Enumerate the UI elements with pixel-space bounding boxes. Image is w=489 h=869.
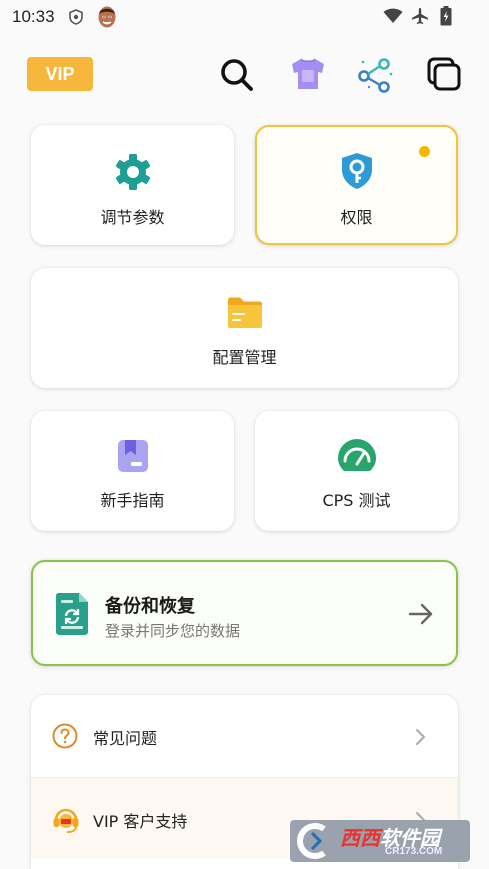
backup-title: 备份和恢复 xyxy=(105,596,195,617)
beginner-guide-card[interactable]: 新手指南 xyxy=(31,411,234,531)
question-icon xyxy=(52,723,78,749)
adjust-params-card[interactable]: 调节参数 xyxy=(31,125,234,245)
avatar-status-icon xyxy=(98,6,116,28)
airplane-mode-icon xyxy=(412,8,428,24)
theme-shirt-icon[interactable] xyxy=(288,54,328,94)
config-management-card[interactable]: 配置管理 xyxy=(31,268,458,388)
watermark: 西西软件园 CR173.COM xyxy=(290,820,470,862)
chevron-right-icon xyxy=(416,729,425,745)
folder-icon xyxy=(227,297,262,328)
arrow-right-icon xyxy=(408,603,433,625)
watermark-subtitle: CR173.COM xyxy=(385,846,443,857)
cps-test-label: CPS 测试 xyxy=(322,491,391,510)
wifi-icon xyxy=(383,8,403,23)
vip-badge[interactable]: VIP xyxy=(27,57,93,91)
status-bar: 10:33 xyxy=(0,0,489,34)
cps-test-card[interactable]: CPS 测试 xyxy=(255,411,458,531)
shield-key-icon xyxy=(341,153,372,189)
permission-card[interactable]: 权限 xyxy=(255,125,458,245)
faq-label: 常见问题 xyxy=(93,729,158,748)
battery-charging-icon xyxy=(440,6,452,26)
watermark-logo-icon xyxy=(297,823,326,859)
sync-document-icon xyxy=(56,593,88,635)
share-icon[interactable] xyxy=(356,54,396,94)
bookmark-book-icon xyxy=(117,440,148,472)
notification-dot xyxy=(419,146,430,157)
adjust-params-label: 调节参数 xyxy=(100,208,165,227)
shield-status-icon xyxy=(69,9,83,25)
backup-restore-card[interactable]: 备份和恢复 登录并同步您的数据 xyxy=(31,560,458,666)
copy-windows-icon[interactable] xyxy=(424,54,464,94)
beginner-guide-label: 新手指南 xyxy=(100,491,165,510)
watermark-title-a: 西西 xyxy=(340,826,380,850)
vip-support-label: VIP 客户支持 xyxy=(93,812,188,831)
search-icon[interactable] xyxy=(216,54,256,94)
headset-icon xyxy=(53,808,79,833)
list-item-faq[interactable]: 常见问题 xyxy=(31,695,458,777)
status-time: 10:33 xyxy=(12,7,55,26)
gear-icon xyxy=(115,154,150,190)
permission-label: 权限 xyxy=(340,208,373,227)
backup-subtitle: 登录并同步您的数据 xyxy=(105,622,241,640)
config-management-label: 配置管理 xyxy=(212,348,277,367)
speedometer-icon xyxy=(337,439,376,471)
